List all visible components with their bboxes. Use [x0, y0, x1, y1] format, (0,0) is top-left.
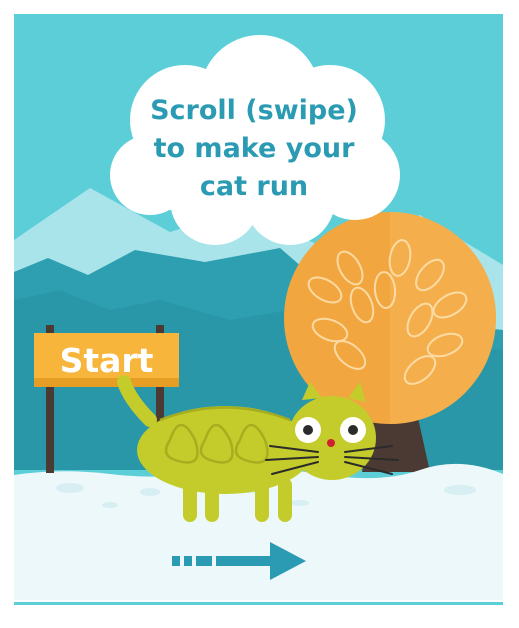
- instruction-line-2: to make your: [153, 133, 355, 164]
- instruction-text: Scroll (swipe) to make your cat run: [120, 92, 388, 206]
- start-sign-label: Start: [59, 340, 154, 380]
- instruction-line-1: Scroll (swipe): [150, 95, 358, 126]
- bottom-divider: [14, 602, 503, 605]
- instruction-line-3: cat run: [199, 171, 309, 202]
